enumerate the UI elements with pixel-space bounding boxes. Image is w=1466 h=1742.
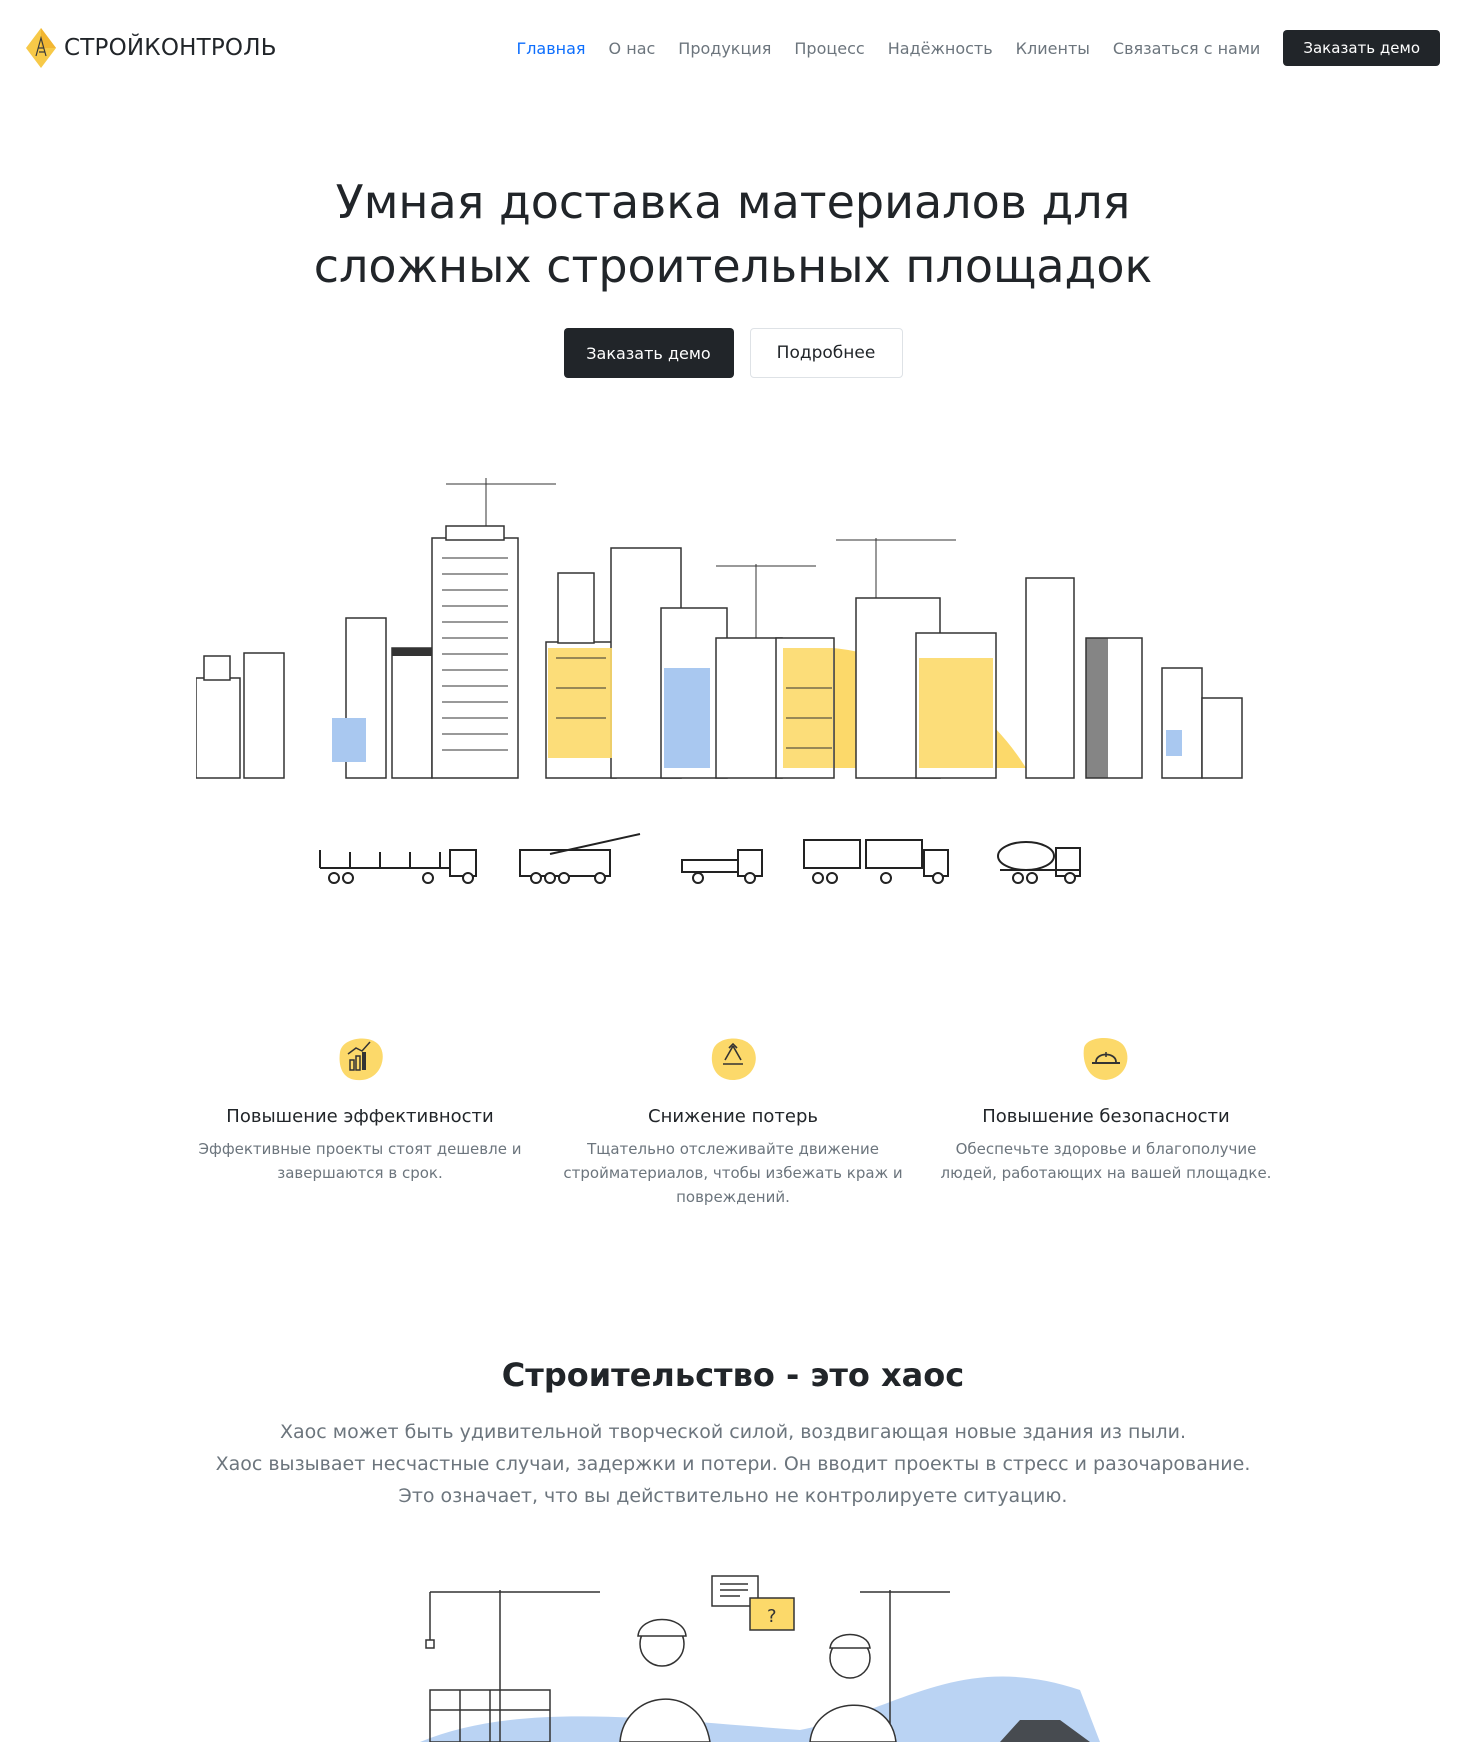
brand-name: СТРОЙКОНТРОЛЬ (64, 35, 277, 61)
trucks-row-illustration (319, 833, 1081, 884)
feature-safety: Повышение безопасности Обеспечьте здоров… (926, 1030, 1286, 1185)
flatbed-trailer-truck-icon (319, 849, 477, 884)
nav-item-reliability[interactable]: Надёжность (888, 39, 993, 58)
feature-title: Снижение потерь (648, 1106, 818, 1127)
feature-text: Тщательно отслеживайте движение строймат… (563, 1140, 903, 1206)
nav-item-home[interactable]: Главная (516, 39, 585, 58)
brand[interactable]: СТРОЙКОНТРОЛЬ (24, 26, 277, 70)
nav-item-clients[interactable]: Клиенты (1016, 39, 1090, 58)
nav-item-contact[interactable]: Связаться с нами (1113, 39, 1260, 58)
city-skyline-illustration (196, 478, 1243, 779)
hero-actions: Заказать демо Подробнее (0, 328, 1466, 378)
feature-title: Повышение безопасности (982, 1106, 1230, 1127)
container-trailer-truck-icon (803, 839, 949, 884)
chaos-description: Хаос может быть удивительной творческой … (0, 1416, 1466, 1512)
nav-item-products[interactable]: Продукция (678, 39, 771, 58)
hero-order-demo-button[interactable]: Заказать демо (563, 328, 734, 378)
navbar: СТРОЙКОНТРОЛЬ Главная О нас Продукция Пр… (0, 0, 1466, 96)
feature-title: Повышение эффективности (226, 1106, 494, 1127)
hero-title: Умная доставка материалов для сложных ст… (0, 170, 1466, 298)
feature-loss-reduction: Снижение потерь Тщательно отслеживайте д… (553, 1030, 913, 1209)
diamond-crane-logo-icon (26, 28, 56, 68)
hard-hat-icon (1083, 1037, 1128, 1080)
hero-title-line-2: сложных строительных площадок (313, 239, 1153, 293)
main-nav: Главная О нас Продукция Процесс Надёжнос… (516, 30, 1440, 66)
chaos-title: Строительство - это хаос (501, 1356, 965, 1394)
feature-efficiency: Повышение эффективности Эффективные прое… (180, 1030, 540, 1185)
features-section: Повышение эффективности Эффективные прое… (180, 1030, 1286, 1220)
nav-item-about[interactable]: О нас (609, 39, 656, 58)
feature-text: Эффективные проекты стоят дешевле и заве… (198, 1140, 522, 1182)
workers-illustration: ? (420, 1575, 1100, 1742)
hero-title-line-1: Умная доставка материалов для (335, 175, 1131, 229)
recycle-icon (711, 1038, 756, 1080)
chaos-line-2: Хаос вызывает несчастные случаи, задержк… (215, 1453, 1251, 1475)
svg-text:?: ? (767, 1606, 777, 1627)
cement-mixer-truck-icon (997, 841, 1081, 884)
hero-learn-more-button[interactable]: Подробнее (749, 328, 903, 378)
small-flatbed-truck-icon (681, 849, 763, 884)
chaos-line-1: Хаос может быть удивительной творческой … (279, 1421, 1187, 1443)
nav-item-process[interactable]: Процесс (794, 39, 864, 58)
nav-order-demo-button[interactable]: Заказать демо (1283, 30, 1440, 66)
feature-text: Обеспечьте здоровье и благополучие людей… (940, 1140, 1272, 1182)
crane-truck-icon (519, 833, 641, 884)
chaos-line-3: Это означает, что вы действительно не ко… (398, 1485, 1068, 1507)
chart-growth-icon (339, 1038, 383, 1081)
